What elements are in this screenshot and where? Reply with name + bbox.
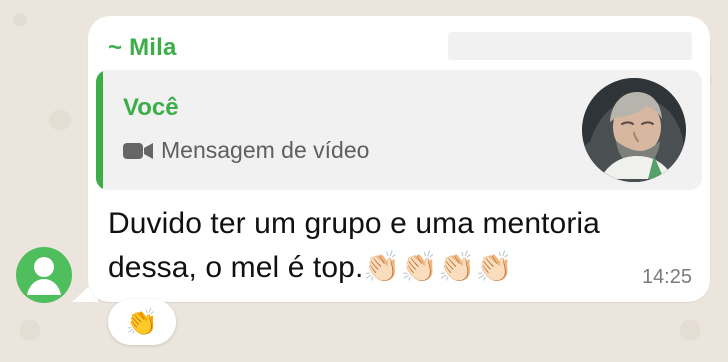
quoted-type: Mensagem de vídeo	[123, 137, 369, 164]
message-bubble[interactable]: ~ Mila Você Mensagem de vídeo Duvido ter…	[88, 16, 710, 302]
sender-phone-redacted	[448, 32, 692, 60]
message-time: 14:25	[641, 266, 692, 288]
video-camera-icon	[123, 142, 153, 159]
reaction-emoji: 👏	[125, 306, 159, 337]
sender-name[interactable]: ~ Mila	[108, 34, 177, 62]
quoted-message[interactable]: Você Mensagem de vídeo	[96, 70, 702, 190]
message-reaction[interactable]: 👏	[108, 299, 176, 345]
message-text: Duvido ter um grupo e uma mentoria dessa…	[108, 207, 600, 284]
sender-avatar[interactable]	[16, 247, 72, 303]
quoted-type-label: Mensagem de vídeo	[161, 137, 370, 163]
quoted-video-thumbnail	[582, 78, 686, 182]
quoted-author: Você	[123, 94, 179, 121]
quote-accent-bar	[96, 70, 103, 190]
default-person-avatar-icon	[27, 257, 61, 295]
